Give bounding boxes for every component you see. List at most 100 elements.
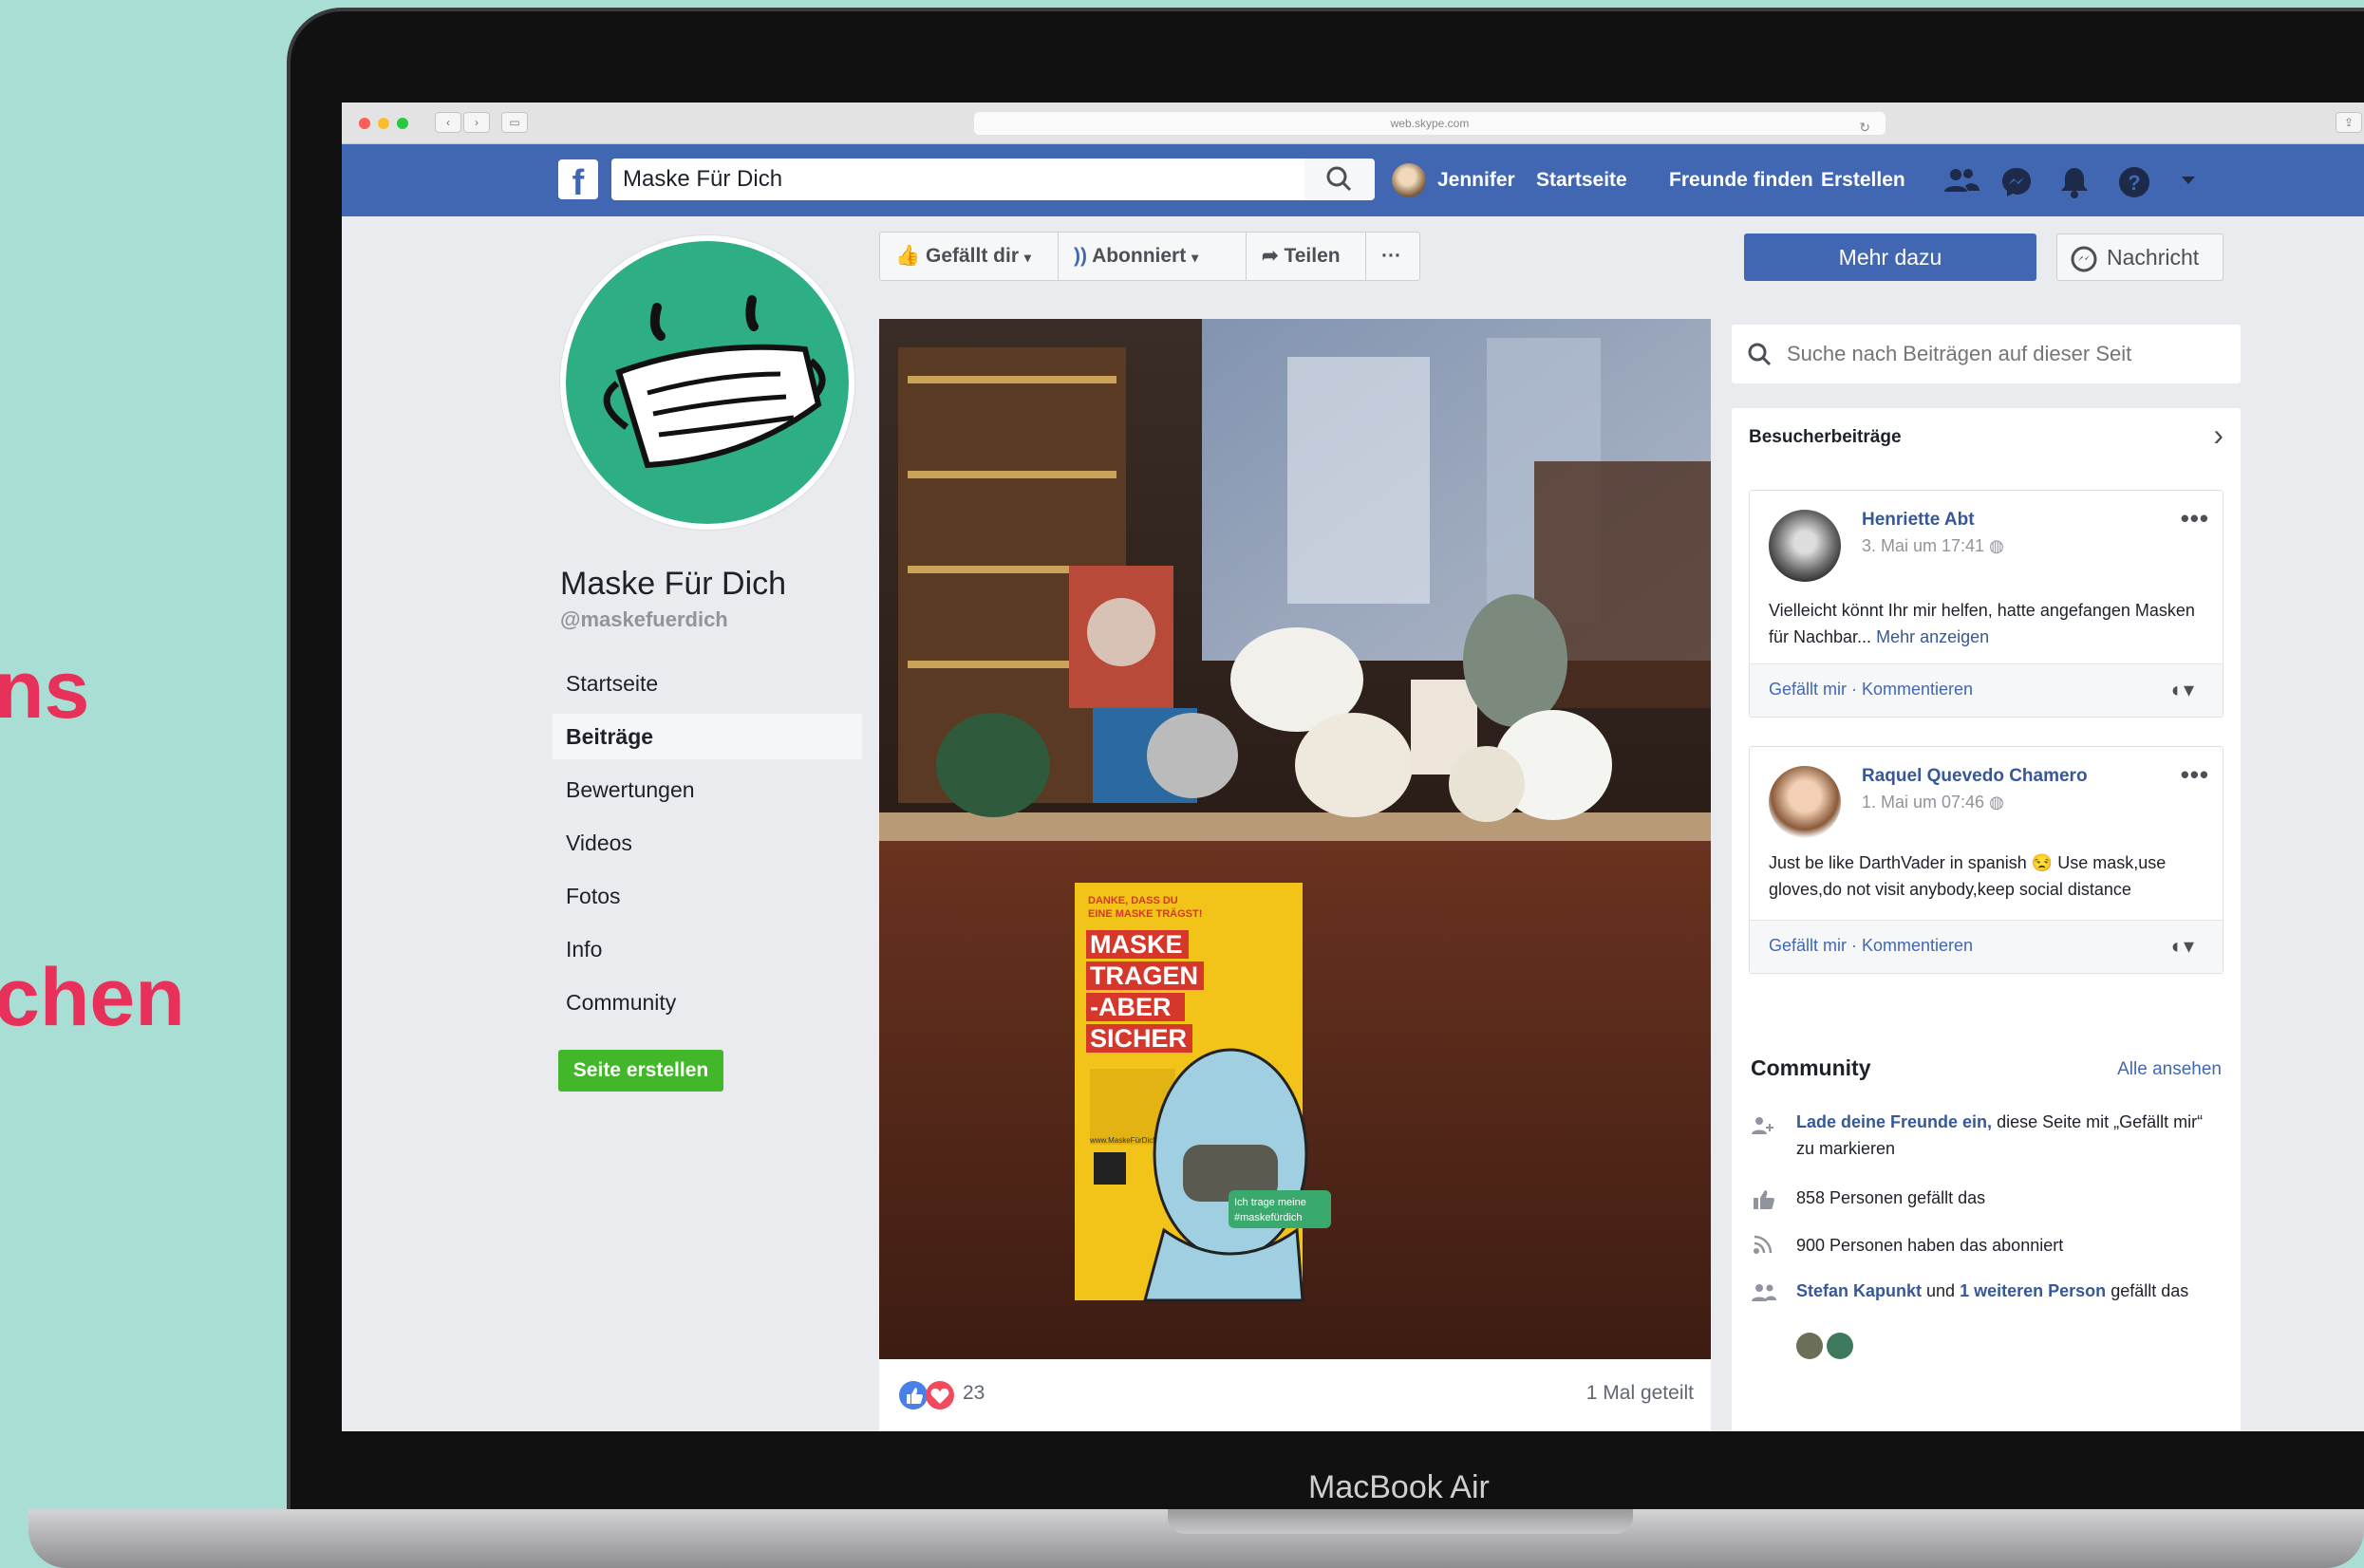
follow-page-button[interactable]: )) Abonniert ▾ — [1059, 233, 1247, 280]
friends-icon[interactable] — [1942, 165, 1980, 196]
thumbs-up-icon — [1754, 1190, 1774, 1209]
post-card: DANKE, DASS DU EINE MASKE TRÄGST! MASKE … — [879, 319, 1711, 1431]
poster-line-1: DANKE, DASS DU — [1088, 895, 1178, 906]
likes-count-row: 858 Personen gefällt das — [1796, 1188, 1986, 1207]
visitor-post-date-text: 1. Mai um 07:46 — [1862, 793, 1985, 812]
friend-name-link[interactable]: Stefan Kapunkt — [1796, 1281, 1922, 1300]
page-posts-search[interactable] — [1732, 325, 2241, 383]
minimize-window-dot[interactable] — [378, 118, 389, 129]
page-name[interactable]: Maske Für Dich — [560, 566, 786, 603]
close-window-dot[interactable] — [359, 118, 370, 129]
screen: ‹ › ▭ web.skype.com ↻ ⇪ f Jennifer Start… — [342, 103, 2364, 1431]
laptop-notch — [1168, 1509, 1633, 1534]
share-browser-icon[interactable]: ⇪ — [2336, 112, 2362, 133]
side-nav-videos[interactable]: Videos — [553, 820, 862, 866]
friends-like-row: Stefan Kapunkt und 1 weiteren Person gef… — [1796, 1278, 2223, 1304]
post-options-icon[interactable]: ••• — [2181, 760, 2209, 790]
visitor-post-text: Just be like DarthVader in spanish 😒 Use… — [1769, 853, 2167, 899]
create-page-button[interactable]: Seite erstellen — [558, 1050, 723, 1092]
facebook-logo[interactable]: f — [558, 159, 598, 203]
sidebar-toggle-icon[interactable]: ▭ — [501, 112, 528, 133]
visitor-post-date-text: 3. Mai um 17:41 — [1862, 536, 1985, 555]
poster-line-6: SICHER — [1090, 1024, 1187, 1053]
see-more-link[interactable]: Mehr anzeigen — [1876, 627, 1989, 646]
nav-startseite[interactable]: Startseite — [1536, 169, 1627, 192]
community-title: Community — [1751, 1055, 1871, 1080]
poster-line-5: -ABER — [1090, 993, 1172, 1021]
side-nav-beitraege[interactable]: Beiträge — [553, 714, 862, 759]
post-footer: 23 1 Mal geteilt — [879, 1359, 1711, 1431]
visitor-post-text: Vielleicht könnt Ihr mir helfen, hatte a… — [1769, 597, 2211, 650]
message-button[interactable]: Nachricht — [2056, 233, 2223, 281]
other-friend-link[interactable]: 1 weiteren Person — [1960, 1281, 2106, 1300]
page-profile-picture[interactable] — [560, 235, 854, 530]
nav-user-name[interactable]: Jennifer — [1437, 169, 1515, 192]
caret-down-icon[interactable] — [2180, 175, 2197, 186]
chevron-down-icon: ▾ — [1023, 250, 1031, 265]
post-photo[interactable]: DANKE, DASS DU EINE MASKE TRÄGST! MASKE … — [879, 319, 1711, 1359]
device-label: MacBook Air — [1308, 1469, 1490, 1505]
visitor-post-actions: Gefällt mir · Kommentieren ◐▾ — [1750, 663, 2223, 717]
post-as-avatar-icon[interactable]: ◐▾ — [2171, 678, 2194, 702]
like-comment-links[interactable]: Gefällt mir · Kommentieren — [1769, 680, 1973, 700]
chevron-right-icon[interactable]: › — [2213, 418, 2223, 453]
page-handle[interactable]: @maskefuerdich — [560, 607, 728, 632]
search-button[interactable] — [1304, 159, 1375, 200]
love-reaction-icon[interactable] — [925, 1380, 955, 1410]
invite-friends-row: Lade deine Freunde ein, diese Seite mit … — [1796, 1109, 2223, 1162]
post-options-icon[interactable]: ••• — [2181, 504, 2209, 533]
search-icon — [1748, 343, 1772, 366]
visitor-post-date[interactable]: 1. Mai um 07:46 ◍ — [1862, 793, 2004, 812]
poster-speech-1: Ich trage meine — [1234, 1197, 1306, 1208]
visitor-posts-title[interactable]: Besucherbeiträge — [1749, 427, 1902, 448]
poster-line-3: MASKE — [1090, 930, 1183, 959]
like-page-label: Gefällt dir — [926, 245, 1020, 267]
back-icon[interactable]: ‹ — [435, 112, 461, 133]
friend-avatar-2[interactable] — [1827, 1333, 1853, 1359]
reload-icon[interactable]: ↻ — [1859, 116, 1870, 139]
like-comment-links[interactable]: Gefällt mir · Kommentieren — [1769, 936, 1973, 956]
nav-freunde-finden[interactable]: Freunde finden — [1669, 169, 1813, 192]
friend-avatar-1[interactable] — [1796, 1333, 1823, 1359]
search-field[interactable] — [611, 159, 1304, 200]
maximize-window-dot[interactable] — [397, 118, 408, 129]
side-nav-info[interactable]: Info — [553, 926, 862, 972]
search-icon — [1326, 166, 1352, 192]
forward-icon[interactable]: › — [463, 112, 490, 133]
shop-window-photo: DANKE, DASS DU EINE MASKE TRÄGST! MASKE … — [879, 319, 1711, 1359]
side-nav-fotos[interactable]: Fotos — [553, 873, 862, 919]
thumbs-up-icon: 👍 — [895, 245, 921, 267]
person-avatar[interactable] — [1769, 766, 1841, 838]
messenger-icon[interactable] — [1999, 165, 2034, 199]
visitor-post-author[interactable]: Henriette Abt — [1862, 510, 1975, 531]
share-count[interactable]: 1 Mal geteilt — [1586, 1382, 1694, 1405]
see-all-link[interactable]: Alle ansehen — [2117, 1059, 2222, 1080]
friends-like-icon — [1752, 1284, 1776, 1301]
page-action-bar: 👍 Gefällt dir ▾ )) Abonniert ▾ ➦ Teilen … — [879, 232, 1420, 281]
side-nav-startseite[interactable]: Startseite — [553, 661, 862, 706]
poster: DANKE, DASS DU EINE MASKE TRÄGST! MASKE … — [1075, 883, 1331, 1302]
page-posts-search-input[interactable] — [1732, 325, 2241, 383]
share-page-button[interactable]: ➦ Teilen — [1247, 233, 1366, 280]
user-avatar[interactable] — [1392, 163, 1426, 197]
globe-icon: ◍ — [1989, 536, 2004, 555]
bell-icon[interactable] — [2058, 165, 2091, 199]
post-as-avatar-icon[interactable]: ◐▾ — [2171, 934, 2194, 959]
address-bar[interactable]: web.skype.com ↻ — [974, 112, 1886, 135]
visitor-post-date[interactable]: 3. Mai um 17:41 ◍ — [1862, 536, 2004, 556]
reaction-count[interactable]: 23 — [963, 1382, 985, 1405]
visitor-post-1: Henriette Abt 3. Mai um 17:41 ◍ ••• Viel… — [1749, 490, 2223, 718]
invite-friends-link[interactable]: Lade deine Freunde ein, — [1796, 1112, 1992, 1131]
side-nav-bewertungen[interactable]: Bewertungen — [553, 767, 862, 812]
more-info-button[interactable]: Mehr dazu — [1744, 233, 2036, 281]
side-nav-community[interactable]: Community — [553, 980, 862, 1025]
more-options-button[interactable]: ··· — [1366, 233, 1419, 280]
like-page-button[interactable]: 👍 Gefällt dir ▾ — [880, 233, 1059, 280]
rss-icon — [1754, 1235, 1773, 1254]
poster-line-4: TRAGEN — [1090, 961, 1198, 990]
search-input[interactable] — [611, 159, 1304, 200]
nav-erstellen[interactable]: Erstellen — [1821, 169, 1905, 192]
help-icon[interactable]: ? — [2117, 165, 2151, 199]
visitor-post-author[interactable]: Raquel Quevedo Chamero — [1862, 766, 2088, 787]
cat-avatar[interactable] — [1769, 510, 1841, 582]
